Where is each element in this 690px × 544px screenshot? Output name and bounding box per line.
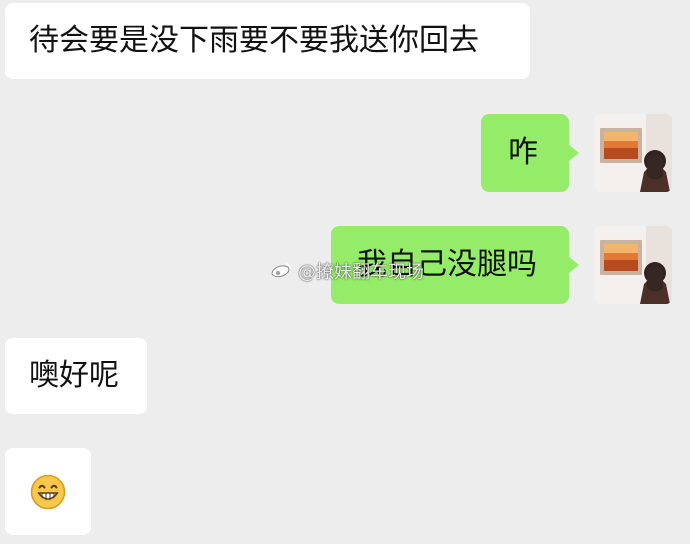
bubble-tail bbox=[569, 145, 579, 161]
message-text: 噢好呢 bbox=[29, 358, 119, 393]
message-text: 咋 bbox=[508, 135, 538, 170]
message-bubble-outgoing[interactable]: 咋 bbox=[481, 114, 569, 192]
bubble-tail bbox=[569, 257, 579, 273]
message-text: 待会要是没下雨要不要我送你回去 bbox=[29, 23, 479, 58]
avatar-image bbox=[594, 226, 672, 304]
user-avatar[interactable] bbox=[594, 226, 672, 304]
weibo-icon bbox=[266, 261, 294, 281]
message-bubble-incoming[interactable]: 噢好呢 bbox=[5, 338, 147, 414]
avatar-image bbox=[594, 114, 672, 192]
user-avatar[interactable] bbox=[594, 114, 672, 192]
message-bubble-incoming[interactable] bbox=[5, 448, 91, 535]
message-text: 我自己没腿吗 bbox=[357, 247, 537, 282]
message-bubble-outgoing[interactable]: 我自己没腿吗 bbox=[331, 226, 569, 304]
message-bubble-incoming[interactable]: 待会要是没下雨要不要我送你回去 bbox=[5, 3, 530, 79]
grinning-face-emoji-icon bbox=[30, 474, 66, 509]
